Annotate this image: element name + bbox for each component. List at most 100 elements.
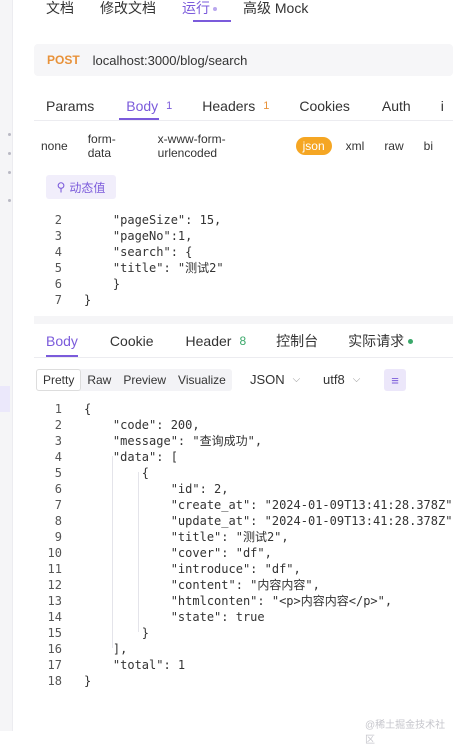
divider — [34, 120, 453, 121]
panel-splitter[interactable] — [34, 316, 453, 324]
wand-icon: ⚲ — [56, 180, 66, 194]
body-type-json[interactable]: json — [295, 137, 332, 155]
line-number: 14 — [47, 610, 62, 624]
tab-advanced-mock[interactable]: 高级 Mock — [243, 0, 308, 22]
rail-dot — [8, 133, 11, 136]
line-number: 13 — [47, 594, 62, 608]
rail-dot — [8, 171, 11, 174]
dynamic-value-button[interactable]: ⚲ 动态值 — [46, 175, 116, 199]
tab-headers[interactable]: Headers 1 — [202, 94, 269, 118]
line-number: 3 — [54, 434, 62, 448]
code-text: } — [84, 277, 121, 291]
line-number: 9 — [54, 530, 62, 544]
line-number: 7 — [54, 498, 62, 512]
code-text: "data": [ — [84, 450, 178, 464]
resp-tab-header[interactable]: Header 8 — [186, 333, 247, 349]
body-type-none[interactable]: none — [41, 139, 68, 153]
line-number: 15 — [47, 626, 62, 640]
tab-body-count: 1 — [166, 100, 173, 112]
code-text: "cover": "df", — [84, 546, 272, 560]
tab-more[interactable]: i — [441, 94, 444, 118]
rail-dot — [8, 152, 11, 155]
encoding-value: utf8 — [323, 372, 345, 387]
body-type-raw[interactable]: raw — [384, 139, 403, 153]
code-text: "title": "测试2" — [84, 261, 224, 275]
resp-tab-header-count: 8 — [239, 334, 247, 348]
code-text: "htmlconten": "<p>内容内容</p>", — [84, 594, 393, 608]
line-number: 18 — [47, 674, 62, 688]
line-number: 5 — [54, 466, 62, 480]
tab-run-label: 运行 — [182, 0, 210, 16]
body-type-selector: none form-data x-www-form-urlencoded jso… — [41, 132, 453, 160]
format-value: JSON — [250, 372, 285, 387]
code-text: "title": "测试2", — [84, 530, 289, 544]
code-text: { — [84, 402, 92, 416]
line-number: 5 — [54, 261, 62, 275]
resp-tab-actual-request-label: 实际请求 — [348, 333, 405, 349]
code-text: { — [84, 466, 150, 480]
divider — [34, 357, 453, 358]
view-pretty[interactable]: Pretty — [36, 369, 82, 391]
tab-run[interactable]: 运行 — [182, 0, 217, 22]
code-text: "state": true — [84, 610, 265, 624]
code-text: "create_at": "2024-01-09T13:41:28.378Z", — [84, 498, 453, 512]
wrap-icon: ≡ — [391, 372, 399, 388]
active-tab-indicator — [193, 20, 231, 22]
watermark: @稀土掘金技术社区 — [365, 720, 446, 746]
status-dot-icon — [408, 338, 414, 344]
code-text: "search": { — [84, 245, 193, 259]
tab-more-label: i — [440, 98, 444, 114]
code-text: "introduce": "df", — [84, 562, 301, 576]
line-number: 7 — [54, 293, 62, 307]
tab-edit-docs[interactable]: 修改文档 — [100, 0, 156, 22]
view-preview[interactable]: Preview — [117, 370, 172, 390]
line-number: 11 — [47, 562, 62, 576]
code-text: } — [84, 293, 92, 307]
left-rail — [0, 0, 13, 731]
tab-params[interactable]: Params — [46, 94, 94, 118]
word-wrap-button[interactable]: ≡ — [384, 369, 406, 391]
request-url-bar[interactable]: POST localhost:3000/blog/search — [34, 44, 453, 76]
rail-selected-item[interactable] — [0, 386, 10, 412]
resp-tab-body-label: Body — [46, 333, 78, 349]
line-number: 4 — [54, 450, 62, 464]
line-number: 17 — [47, 658, 62, 672]
resp-tab-cookie[interactable]: Cookie — [110, 333, 154, 349]
view-raw[interactable]: Raw — [81, 370, 117, 390]
encoding-select[interactable]: utf8 ⌵ — [323, 372, 360, 387]
body-type-binary[interactable]: bi — [424, 139, 433, 153]
http-method[interactable]: POST — [47, 53, 80, 67]
line-number: 10 — [47, 546, 62, 560]
code-text: "total": 1 — [84, 658, 186, 672]
resp-tab-actual-request[interactable]: 实际请求 — [348, 331, 414, 351]
tab-docs[interactable]: 文档 — [46, 0, 74, 22]
code-text: "message": "查询成功", — [84, 434, 263, 448]
line-number: 3 — [54, 229, 62, 243]
resp-tab-console[interactable]: 控制台 — [276, 331, 318, 351]
chevron-down-icon: ⌵ — [352, 374, 361, 385]
request-tabs: Params Body 1 Headers 1 Cookies Auth i — [46, 94, 444, 118]
code-text: "content": "内容内容", — [84, 578, 320, 592]
url-input[interactable]: localhost:3000/blog/search — [93, 53, 248, 68]
line-number: 1 — [54, 402, 62, 416]
line-number: 6 — [54, 277, 62, 291]
format-select[interactable]: JSON ⌵ — [250, 372, 300, 387]
body-type-urlencoded[interactable]: x-www-form-urlencoded — [158, 132, 282, 160]
resp-tab-console-label: 控制台 — [276, 333, 319, 349]
tab-body[interactable]: Body 1 — [126, 94, 172, 118]
tab-auth[interactable]: Auth — [382, 94, 411, 118]
line-number: 4 — [54, 245, 62, 259]
chevron-down-icon: ⌵ — [292, 374, 301, 385]
tab-headers-label: Headers — [202, 98, 256, 114]
tab-cookies[interactable]: Cookies — [299, 94, 350, 118]
line-number: 12 — [47, 578, 62, 592]
response-tabs: Body Cookie Header 8 控制台 实际请求 — [46, 330, 439, 352]
code-text: "code": 200, — [84, 418, 200, 432]
resp-tab-body[interactable]: Body — [46, 333, 78, 349]
body-type-xml[interactable]: xml — [346, 139, 365, 153]
body-type-form-data[interactable]: form-data — [88, 132, 138, 160]
dynamic-value-label: 动态值 — [69, 180, 106, 195]
code-text: } — [84, 674, 92, 688]
view-visualize[interactable]: Visualize — [172, 370, 232, 390]
code-text: "update_at": "2024-01-09T13:41:28.378Z", — [84, 514, 453, 528]
